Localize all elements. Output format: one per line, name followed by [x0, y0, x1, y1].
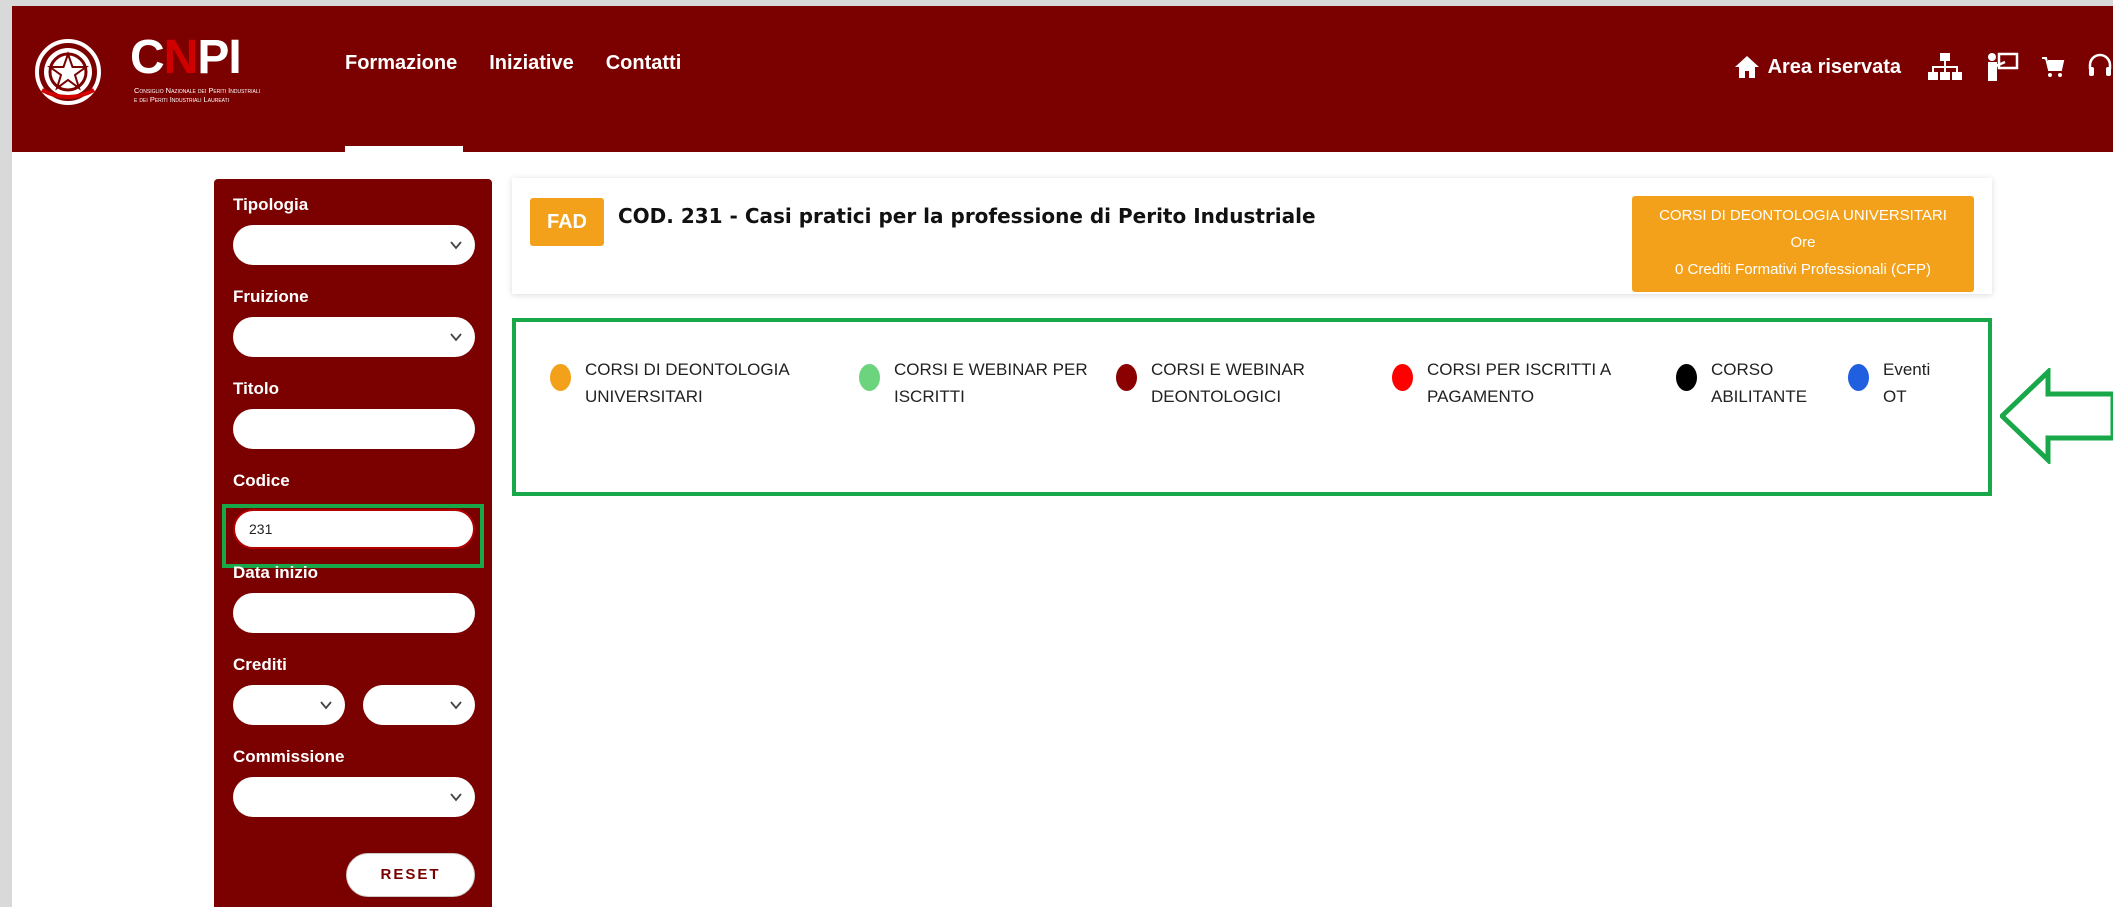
- legend-label: CORSO ABILITANTE: [1711, 360, 1808, 406]
- legend-item: Eventi OT: [1848, 356, 1930, 410]
- crediti-label: Crediti: [233, 655, 287, 674]
- course-title[interactable]: COD. 231 - Casi pratici per la professio…: [618, 204, 1316, 228]
- legend-label: CORSI DI DEONTOLOGIA UNIVERSITARI: [585, 360, 790, 406]
- logo-subtitle: Consiglio Nazionale dei Periti Industria…: [134, 86, 260, 104]
- legend-item: CORSI PER ISCRITTI A PAGAMENTO: [1392, 356, 1611, 410]
- filter-sidebar: Tipologia Fruizione Titolo Codice 231 Da…: [214, 179, 492, 907]
- chevron-down-icon: [450, 241, 462, 250]
- fad-badge: FAD: [530, 198, 604, 246]
- legend-label: CORSI E WEBINAR DEONTOLOGICI: [1151, 360, 1305, 406]
- titolo-input[interactable]: [233, 409, 475, 449]
- user-nav: Area riservata: [1734, 52, 2113, 82]
- legend-label: CORSI E WEBINAR PER ISCRITTI: [894, 360, 1088, 406]
- legend-item: CORSI E WEBINAR DEONTOLOGICI: [1116, 356, 1305, 410]
- fruizione-select[interactable]: [233, 317, 475, 357]
- legend-item: CORSI E WEBINAR PER ISCRITTI: [859, 356, 1088, 410]
- chevron-down-icon: [450, 793, 462, 802]
- active-nav-indicator: [345, 146, 463, 152]
- home-icon: [1734, 56, 1759, 78]
- chevron-down-icon: [320, 701, 332, 710]
- crediti-min-select[interactable]: [233, 685, 345, 725]
- course-credits: 0 Crediti Formativi Professionali (CFP): [1675, 261, 1931, 278]
- area-riservata-label: Area riservata: [1767, 55, 1901, 78]
- commissione-select[interactable]: [233, 777, 475, 817]
- course-category: CORSI DI DEONTOLOGIA UNIVERSITARI: [1659, 207, 1947, 224]
- tipologia-label: Tipologia: [233, 195, 309, 214]
- cnpi-logo[interactable]: CNPI Consiglio Nazionale dei Periti Indu…: [34, 31, 314, 112]
- codice-label: Codice: [233, 471, 290, 490]
- chevron-down-icon: [450, 333, 462, 342]
- tipologia-select[interactable]: [233, 225, 475, 265]
- nav-formazione[interactable]: Formazione: [345, 52, 457, 75]
- headset-icon[interactable]: [2087, 53, 2113, 81]
- arrow-left-icon: [2000, 368, 2113, 464]
- main-nav: Formazione Iniziative Contatti: [345, 52, 681, 75]
- nav-contatti[interactable]: Contatti: [606, 52, 682, 75]
- color-legend: CORSI DI DEONTOLOGIA UNIVERSITARI CORSI E…: [512, 318, 1992, 496]
- nav-iniziative[interactable]: Iniziative: [489, 52, 573, 75]
- area-riservata-link[interactable]: Area riservata: [1734, 55, 1901, 79]
- legend-dot: [859, 364, 880, 391]
- course-hours: Ore: [1790, 234, 1816, 251]
- legend-dot: [1116, 364, 1137, 391]
- legend-label: Eventi OT: [1883, 360, 1931, 406]
- legend-dot: [1676, 364, 1697, 391]
- legend-dot: [1848, 364, 1869, 391]
- page: CNPI Consiglio Nazionale dei Periti Indu…: [12, 6, 2113, 907]
- emblem-icon: [35, 39, 101, 105]
- titolo-label: Titolo: [233, 379, 279, 398]
- reset-button[interactable]: RESET: [346, 853, 475, 897]
- cart-icon[interactable]: [2041, 56, 2065, 78]
- codice-input[interactable]: 231: [233, 509, 475, 549]
- org-chart-icon[interactable]: [1927, 52, 1963, 82]
- legend-label: CORSI PER ISCRITTI A PAGAMENTO: [1427, 360, 1612, 406]
- logo-wordmark: CNPI: [130, 31, 242, 84]
- data-inizio-label: Data inizio: [233, 563, 319, 582]
- course-card[interactable]: FAD COD. 231 - Casi pratici per la profe…: [512, 178, 1992, 294]
- crediti-max-select[interactable]: [363, 685, 475, 725]
- legend-item: CORSI DI DEONTOLOGIA UNIVERSITARI: [550, 356, 790, 410]
- course-category-badge: CORSI DI DEONTOLOGIA UNIVERSITARI Ore 0 …: [1632, 196, 1974, 292]
- top-navigation-bar: CNPI Consiglio Nazionale dei Periti Indu…: [12, 6, 2113, 152]
- chevron-down-icon: [450, 701, 462, 710]
- teacher-icon[interactable]: [1985, 52, 2019, 82]
- fruizione-label: Fruizione: [233, 287, 309, 306]
- legend-dot: [1392, 364, 1413, 391]
- legend-item: CORSO ABILITANTE: [1676, 356, 1807, 410]
- commissione-label: Commissione: [233, 747, 345, 766]
- data-inizio-input[interactable]: [233, 593, 475, 633]
- legend-dot: [550, 364, 571, 391]
